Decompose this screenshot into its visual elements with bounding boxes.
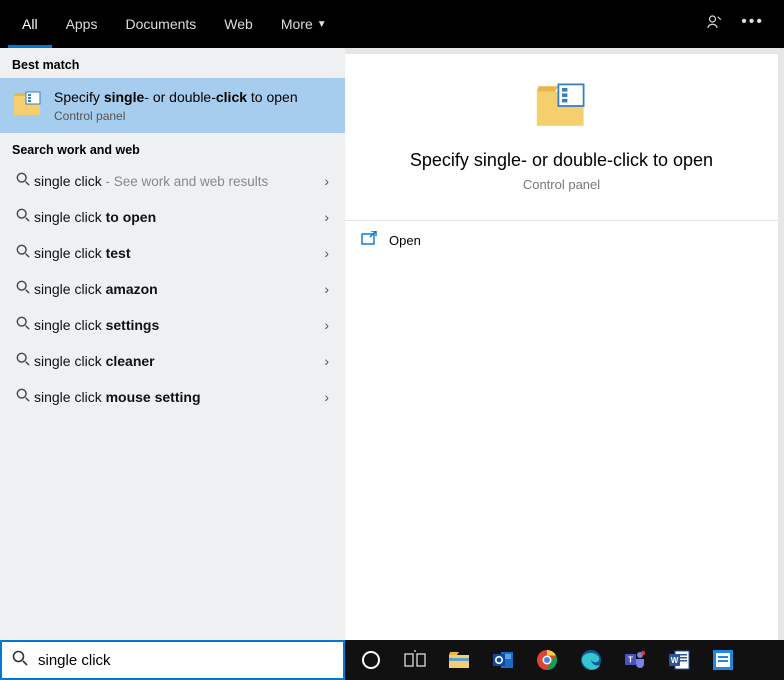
tab-more[interactable]: More ▼ xyxy=(267,0,341,48)
search-icon xyxy=(16,172,34,189)
taskbar-app-edge[interactable] xyxy=(571,640,611,680)
chevron-right-icon[interactable]: › xyxy=(324,209,329,225)
svg-text:T: T xyxy=(628,656,633,665)
suggestion-text: single click cleaner xyxy=(34,353,324,369)
search-icon xyxy=(16,352,34,369)
suggestion-item[interactable]: single click cleaner› xyxy=(0,343,345,379)
tab-documents[interactable]: Documents xyxy=(111,0,210,48)
suggestion-text: single click mouse setting xyxy=(34,389,324,405)
taskbar-app-outlook[interactable] xyxy=(483,640,523,680)
taskbar: T W xyxy=(345,640,784,680)
suggestion-item[interactable]: single click - See work and web results› xyxy=(0,163,345,199)
search-icon xyxy=(16,280,34,297)
word-icon: W xyxy=(667,648,691,672)
task-view-icon xyxy=(403,648,427,672)
tab-more-label: More xyxy=(281,16,313,32)
cortana-icon xyxy=(362,651,380,669)
suggestion-text: single click - See work and web results xyxy=(34,173,324,189)
taskbar-app-file-explorer[interactable] xyxy=(439,640,479,680)
tab-web[interactable]: Web xyxy=(210,0,267,48)
preview-title: Specify single- or double-click to open xyxy=(345,150,778,171)
control-panel-folder-icon xyxy=(534,78,590,134)
control-panel-folder-icon xyxy=(12,88,44,120)
chevron-right-icon[interactable]: › xyxy=(324,317,329,333)
suggestion-item[interactable]: single click settings› xyxy=(0,307,345,343)
cortana-button[interactable] xyxy=(351,640,391,680)
chevron-down-icon: ▼ xyxy=(317,19,327,30)
search-box[interactable] xyxy=(0,640,345,680)
tab-apps[interactable]: Apps xyxy=(52,0,112,48)
search-icon xyxy=(12,650,28,670)
outlook-icon xyxy=(491,648,515,672)
chevron-right-icon[interactable]: › xyxy=(324,281,329,297)
taskbar-app-chrome[interactable] xyxy=(527,640,567,680)
suggestion-item[interactable]: single click test› xyxy=(0,235,345,271)
teams-icon: T xyxy=(623,648,647,672)
suggestion-text: single click test xyxy=(34,245,324,261)
best-match-title: Specify single- or double-click to open xyxy=(54,88,333,107)
file-explorer-icon xyxy=(447,648,471,672)
results-pane: Best match Specify single- or double-cli… xyxy=(0,48,345,640)
taskbar-app-generic[interactable] xyxy=(703,640,743,680)
chevron-right-icon[interactable]: › xyxy=(324,353,329,369)
chevron-right-icon[interactable]: › xyxy=(324,245,329,261)
search-icon xyxy=(16,388,34,405)
best-match-subtitle: Control panel xyxy=(54,109,333,123)
feedback-icon[interactable] xyxy=(705,13,723,36)
suggestion-text: single click amazon xyxy=(34,281,324,297)
search-icon xyxy=(16,316,34,333)
more-options-icon[interactable]: ••• xyxy=(741,13,764,36)
search-icon xyxy=(16,244,34,261)
chevron-right-icon[interactable]: › xyxy=(324,389,329,405)
search-input[interactable] xyxy=(38,652,333,669)
preview-open-label: Open xyxy=(389,233,421,248)
suggestion-item[interactable]: single click amazon› xyxy=(0,271,345,307)
app-icon xyxy=(711,648,735,672)
preview-open-action[interactable]: Open xyxy=(345,221,778,259)
taskbar-app-word[interactable]: W xyxy=(659,640,699,680)
section-search-work-web: Search work and web xyxy=(0,133,345,163)
tab-all[interactable]: All xyxy=(8,0,52,48)
best-match-result[interactable]: Specify single- or double-click to open … xyxy=(0,78,345,133)
svg-text:W: W xyxy=(671,656,679,665)
search-tabs-bar: All Apps Documents Web More ▼ ••• xyxy=(0,0,784,48)
suggestion-text: single click settings xyxy=(34,317,324,333)
chevron-right-icon[interactable]: › xyxy=(324,173,329,189)
open-icon xyxy=(361,231,377,249)
preview-subtitle: Control panel xyxy=(345,177,778,192)
preview-pane: Specify single- or double-click to open … xyxy=(345,54,778,640)
edge-icon xyxy=(579,648,603,672)
suggestion-item[interactable]: single click mouse setting› xyxy=(0,379,345,415)
suggestion-text: single click to open xyxy=(34,209,324,225)
task-view-button[interactable] xyxy=(395,640,435,680)
section-best-match: Best match xyxy=(0,48,345,78)
taskbar-app-teams[interactable]: T xyxy=(615,640,655,680)
chrome-icon xyxy=(535,648,559,672)
suggestion-item[interactable]: single click to open› xyxy=(0,199,345,235)
search-icon xyxy=(16,208,34,225)
